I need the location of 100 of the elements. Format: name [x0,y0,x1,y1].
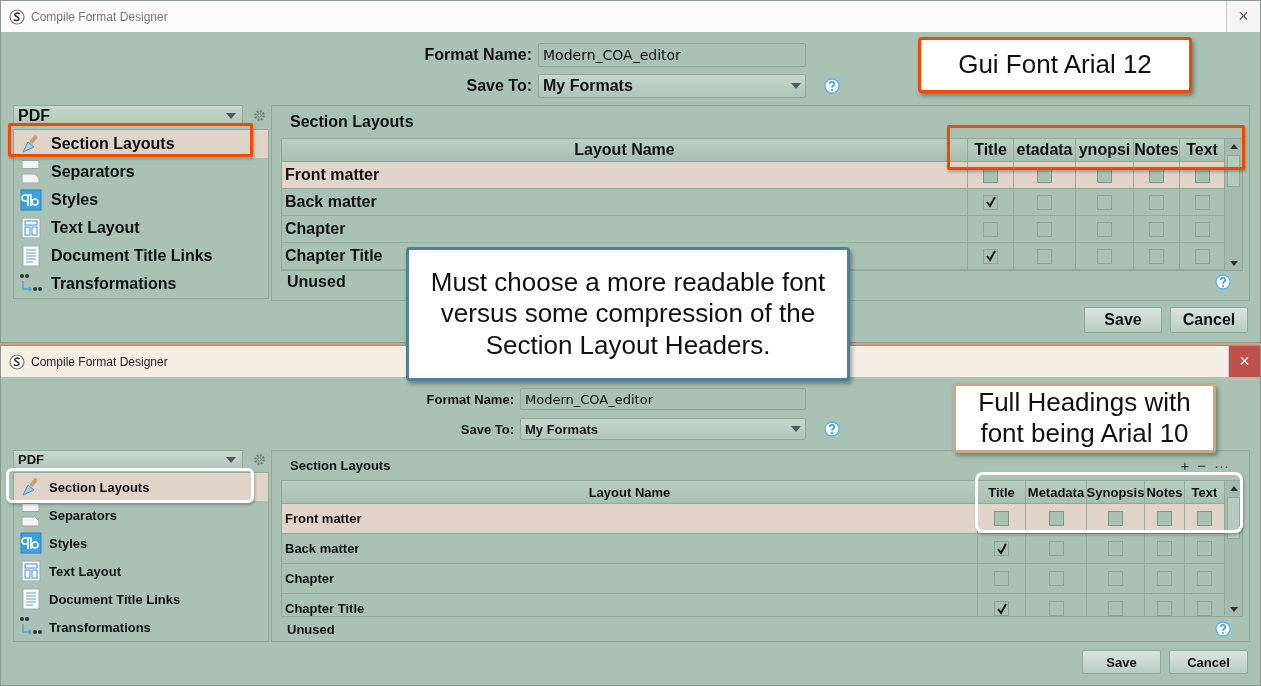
unused-label: Unused [287,273,346,291]
sidebar-item[interactable]: Separators [14,501,268,529]
scroll-up-icon[interactable] [1229,485,1238,491]
sidebar-item[interactable]: Styles [14,529,268,557]
column-header[interactable]: Notes [1144,481,1184,503]
checkbox[interactable] [983,194,998,210]
close-button[interactable]: × [1226,1,1260,32]
app-icon [9,353,25,370]
table-row[interactable]: Chapter [282,216,1224,243]
scroll-up-icon[interactable] [1229,143,1238,149]
field-label: Format Name: [423,46,532,64]
checkbox[interactable] [1097,221,1112,237]
checkbox[interactable] [1108,541,1123,556]
table-row[interactable]: Chapter [282,564,1224,594]
checkbox[interactable] [1037,221,1052,237]
column-header[interactable]: Layout Name [282,139,967,161]
document-icon [21,245,41,267]
checkbox[interactable] [1157,511,1172,526]
column-header[interactable]: ynopsi [1075,139,1133,161]
checkbox[interactable] [1197,601,1212,616]
scroll-down-icon[interactable] [1229,260,1238,266]
checkbox[interactable] [1108,571,1123,586]
caret-icon [791,83,801,89]
toolbar-button[interactable]: ··· [1214,457,1229,474]
window-title: Compile Format Designer [31,9,169,24]
help-icon[interactable] [824,78,840,94]
checkbox[interactable] [1097,248,1112,264]
checkbox[interactable] [1149,248,1164,264]
checkbox[interactable] [1108,601,1123,616]
checkbox[interactable] [983,221,998,237]
checkbox[interactable] [1048,541,1064,556]
checkbox[interactable] [1197,571,1212,586]
sidebar-item[interactable]: Document Title Links [14,242,268,270]
checkbox[interactable] [1194,248,1210,264]
table-row[interactable]: Front matter [282,162,1224,189]
checkbox[interactable] [1197,541,1212,556]
column-header[interactable]: Title [977,481,1025,503]
scrollbar[interactable] [1224,139,1242,270]
dialog-button[interactable]: Save [1084,307,1162,333]
checkbox[interactable] [1097,194,1112,210]
dialog-button[interactable]: Cancel [1170,307,1248,333]
checkbox[interactable] [994,571,1009,586]
help-icon[interactable] [1215,274,1231,290]
column-header[interactable]: Synopsis [1086,481,1144,503]
close-button[interactable]: × [1228,346,1260,377]
format-name-field[interactable]: Modern_COA_editor [538,43,806,67]
sidebar-item[interactable]: Document Title Links [14,585,268,613]
checkbox[interactable] [1037,194,1052,210]
checkbox[interactable] [1108,511,1123,526]
save-to-dropdown[interactable]: My Formats [538,74,806,98]
checkbox[interactable] [1194,194,1210,210]
column-header[interactable]: Metadata [1025,481,1086,503]
scroll-down-icon[interactable] [1229,606,1238,612]
sidebar-item[interactable]: Styles [14,186,268,214]
checkbox[interactable] [1048,571,1064,586]
checkbox[interactable] [1149,221,1164,237]
column-header[interactable]: Notes [1133,139,1179,161]
sidebar-item[interactable]: Transformations [14,270,268,298]
help-icon[interactable] [1215,621,1231,637]
caret-icon [791,426,801,432]
sidebar-item[interactable]: Separators [14,158,268,186]
table-cell-text: Chapter Title [284,246,384,266]
checkbox[interactable] [1048,601,1064,616]
checkbox[interactable] [1157,541,1172,556]
format-name-field[interactable]: Modern_COA_editor [520,388,806,410]
gear-icon[interactable] [253,453,266,466]
sidebar-item[interactable]: Transformations [14,613,268,641]
toolbar-button[interactable]: − [1197,457,1206,474]
table-row[interactable]: Back matter [282,534,1224,564]
checkbox[interactable] [994,511,1009,526]
checkbox[interactable] [994,541,1009,556]
sidebar-item[interactable]: Section Layouts [14,473,268,501]
column-header[interactable]: etadata [1013,139,1075,161]
checkbox[interactable] [1194,221,1210,237]
dialog-button[interactable]: Cancel [1169,650,1248,674]
scroll-thumb[interactable] [1227,497,1240,539]
gear-icon[interactable] [253,109,266,122]
toolbar-button[interactable]: + [1180,457,1190,474]
unused-label: Unused [287,621,335,637]
column-header[interactable]: Layout Name [282,481,977,503]
checkbox[interactable] [1037,248,1052,264]
table-row[interactable]: Back matter [282,189,1224,216]
help-icon[interactable] [824,421,840,437]
checkbox[interactable] [983,248,998,264]
scrollbar[interactable] [1224,481,1242,616]
checkbox[interactable] [994,601,1009,616]
sidebar-item[interactable]: Text Layout [14,214,268,242]
checkbox[interactable] [1048,511,1064,526]
save-to-dropdown[interactable]: My Formats [520,418,806,440]
checkbox[interactable] [1197,511,1212,526]
table-row[interactable]: Front matter [282,504,1224,534]
table-row[interactable]: Chapter Title [282,594,1224,616]
dialog-button[interactable]: Save [1082,650,1161,674]
checkbox[interactable] [1157,571,1172,586]
checkbox[interactable] [1149,194,1164,210]
column-header[interactable]: Title [967,139,1013,161]
callout-tooltip: Gui Font Arial 12 [918,37,1192,93]
table-cell-text: Back matter [284,540,361,558]
checkbox[interactable] [1157,601,1172,616]
sidebar-item[interactable]: Text Layout [14,557,268,585]
